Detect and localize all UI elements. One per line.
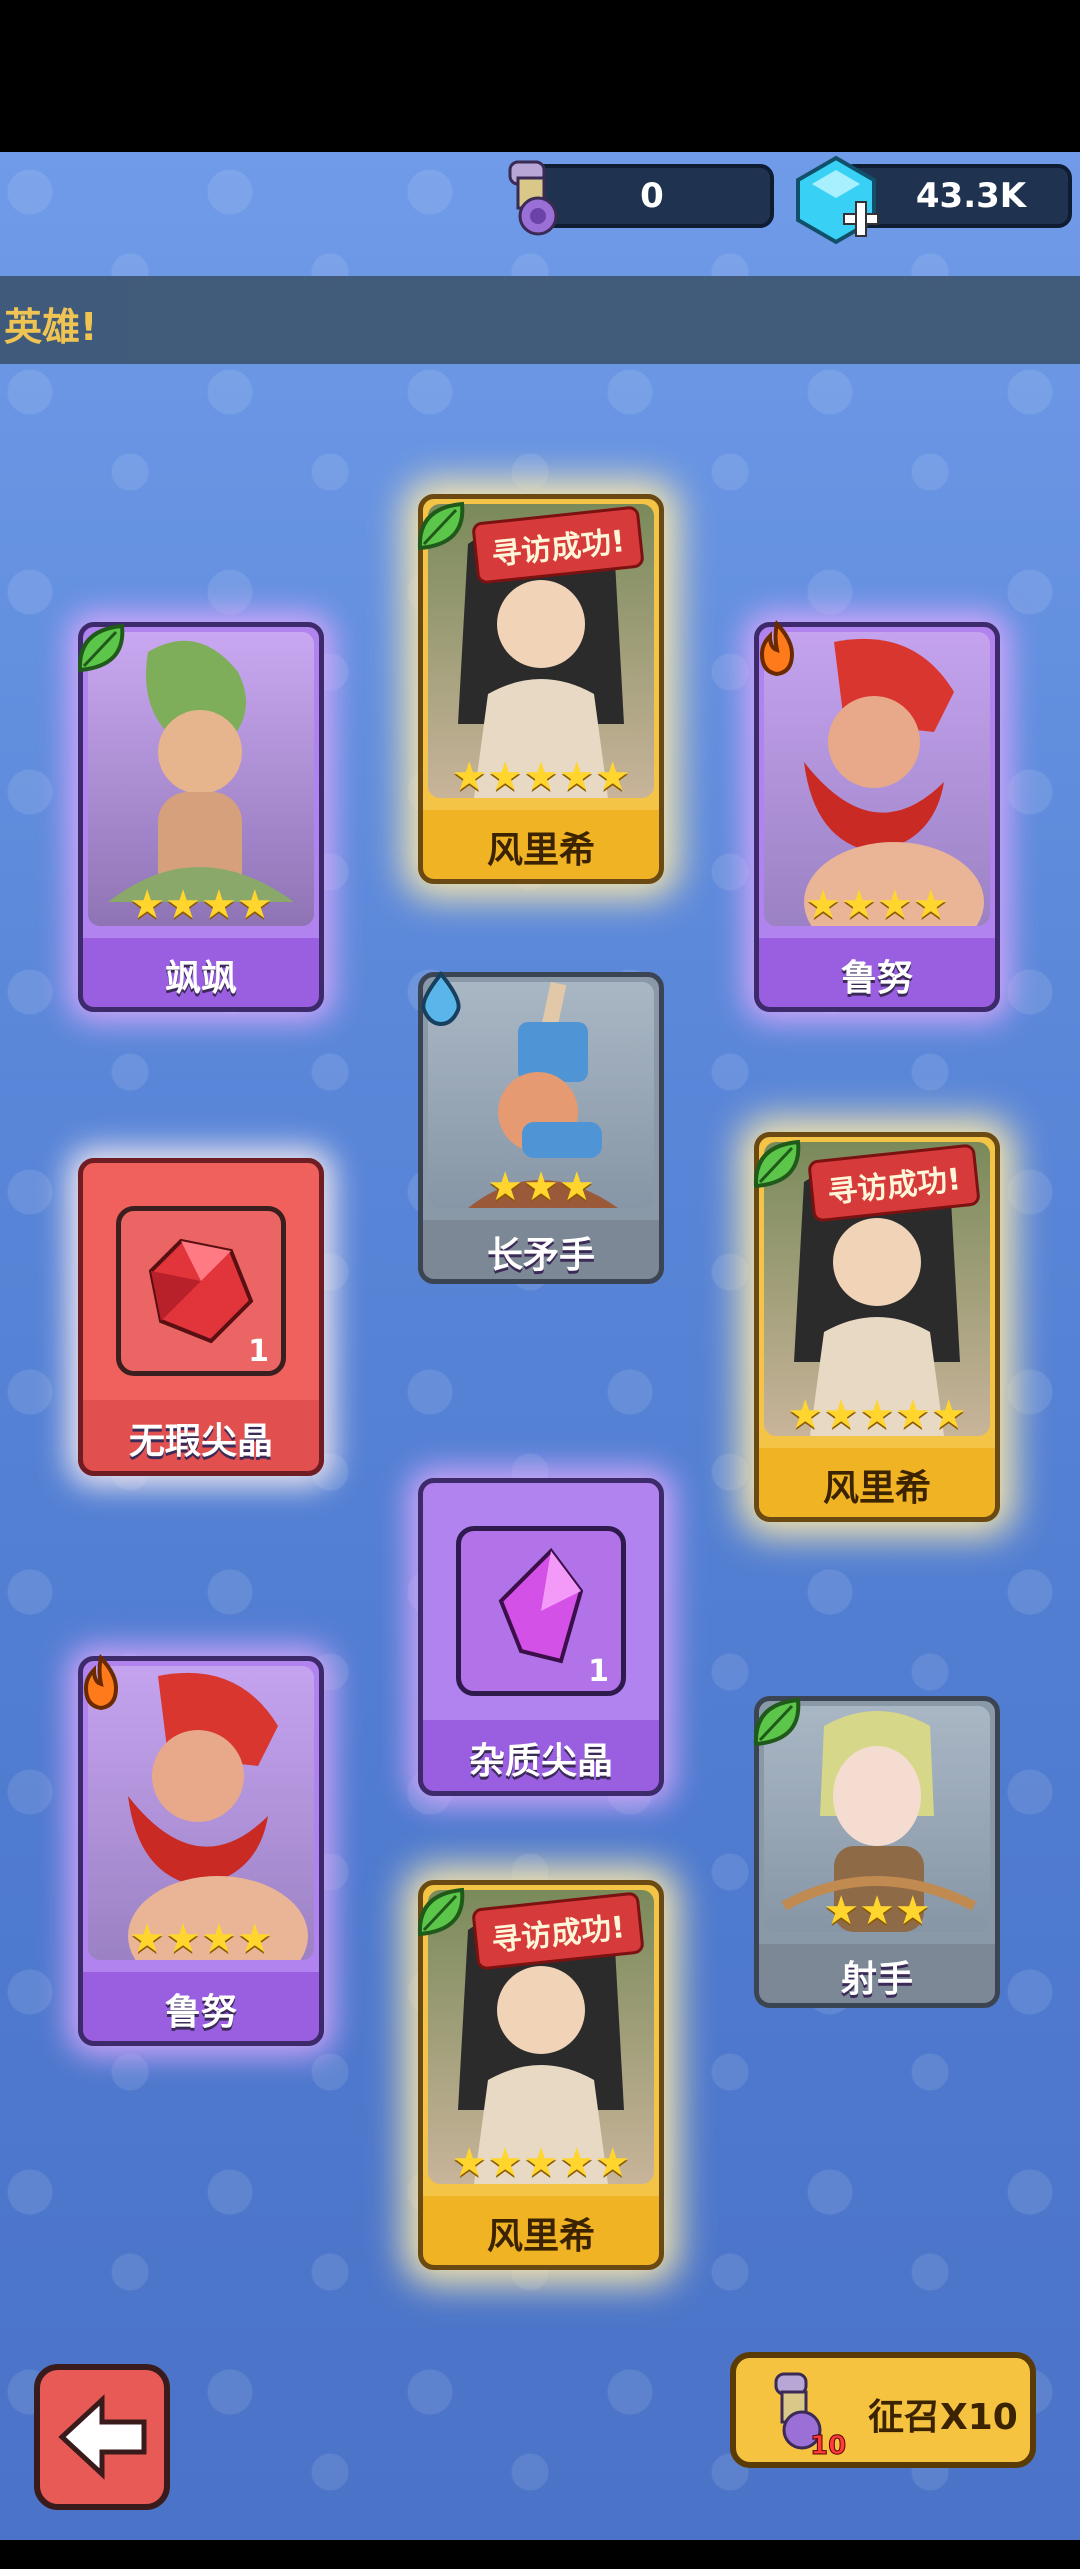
hero-card-fenglixi-3[interactable]: ★★★★★ 风里希 寻访成功! <box>417 1880 664 2270</box>
leaf-element-icon <box>77 623 125 673</box>
heroes-banner: 英雄! <box>0 276 1080 364</box>
summon-x10-button[interactable]: 10 征召X10 <box>730 2352 1036 2468</box>
bottom-black-bar <box>0 2540 1080 2569</box>
scroll-icon <box>508 160 558 236</box>
banner-text: 英雄! <box>4 305 98 349</box>
leaf-element-icon <box>753 1139 801 1189</box>
leaf-element-icon <box>417 1887 465 1937</box>
scroll-ten-icon: 10 <box>774 2372 847 2462</box>
hero-card-archer[interactable]: ★★★ 射手 <box>753 1696 1000 2008</box>
summon-label: 征召X10 <box>868 2397 1018 2438</box>
back-button[interactable] <box>34 2364 170 2510</box>
hero-card-sasa[interactable]: ★★★★ 飒飒 <box>77 622 324 1012</box>
hero-card-lunu-2[interactable]: ★★★★ 鲁努 <box>78 1654 324 2046</box>
top-black-bar <box>0 0 1080 152</box>
scroll-count: 0 <box>640 176 664 216</box>
item-card-flawless-spinel[interactable]: 1 无瑕尖晶 <box>78 1158 324 1476</box>
gem-count: 43.3K <box>915 176 1027 216</box>
hero-card-spearman[interactable]: ★★★ 长矛手 <box>418 970 664 1284</box>
water-element-icon <box>421 970 461 1027</box>
fire-element-icon <box>759 620 795 677</box>
back-arrow-icon <box>58 2394 147 2480</box>
gem-plus-icon[interactable] <box>788 152 884 248</box>
summon-count-badge: 10 <box>810 2431 846 2461</box>
hero-card-fenglixi-1[interactable]: ★★★★★ 风里希 寻访成功! <box>417 494 664 884</box>
item-card-impure-spinel[interactable]: 1 杂质尖晶 <box>418 1478 664 1796</box>
hero-card-lunu-1[interactable]: ★★★★ 鲁努 <box>754 620 1000 1012</box>
hero-card-fenglixi-2[interactable]: ★★★★★ 风里希 寻访成功! <box>753 1132 1000 1522</box>
fire-element-icon <box>83 1654 119 1711</box>
leaf-element-icon <box>753 1697 801 1747</box>
leaf-element-icon <box>417 501 465 551</box>
